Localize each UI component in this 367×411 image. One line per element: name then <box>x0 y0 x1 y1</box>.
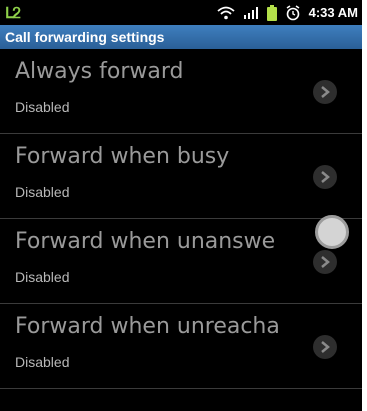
setting-status: Disabled <box>15 99 70 115</box>
setting-row-forward-when-unreachable[interactable]: Forward when unreacha Disabled <box>0 304 362 389</box>
chevron-right-icon[interactable] <box>313 250 337 274</box>
setting-row-always-forward[interactable]: Always forward Disabled <box>0 49 362 134</box>
scroll-handle[interactable] <box>315 215 349 249</box>
setting-label: Forward when busy <box>15 144 230 169</box>
status-bar: ᒪᒿ 4:33 AM <box>0 0 362 25</box>
clock: 4:33 AM <box>308 5 358 20</box>
setting-label: Forward when unanswe <box>15 229 276 254</box>
chevron-right-icon[interactable] <box>313 165 337 189</box>
settings-list: Always forward Disabled Forward when bus… <box>0 49 362 389</box>
phone-screen: ᒪᒿ 4:33 AM Call forwarding settings Alwa… <box>0 0 362 411</box>
alarm-icon <box>285 4 301 21</box>
chevron-right-icon[interactable] <box>313 80 337 104</box>
signal-icon <box>243 6 259 20</box>
setting-label: Always forward <box>15 59 184 84</box>
page-title: Call forwarding settings <box>5 29 165 45</box>
network-indicator: ᒪᒿ <box>5 4 21 22</box>
status-icons: 4:33 AM <box>217 4 358 21</box>
chevron-right-icon[interactable] <box>313 335 337 359</box>
title-bar: Call forwarding settings <box>0 25 362 49</box>
setting-row-forward-when-unanswered[interactable]: Forward when unanswe Disabled <box>0 219 362 304</box>
battery-icon <box>266 4 277 21</box>
setting-row-forward-when-busy[interactable]: Forward when busy Disabled <box>0 134 362 219</box>
setting-label: Forward when unreacha <box>15 314 280 339</box>
setting-status: Disabled <box>15 184 70 200</box>
setting-status: Disabled <box>15 269 70 285</box>
wifi-icon <box>217 6 235 20</box>
setting-status: Disabled <box>15 354 70 370</box>
